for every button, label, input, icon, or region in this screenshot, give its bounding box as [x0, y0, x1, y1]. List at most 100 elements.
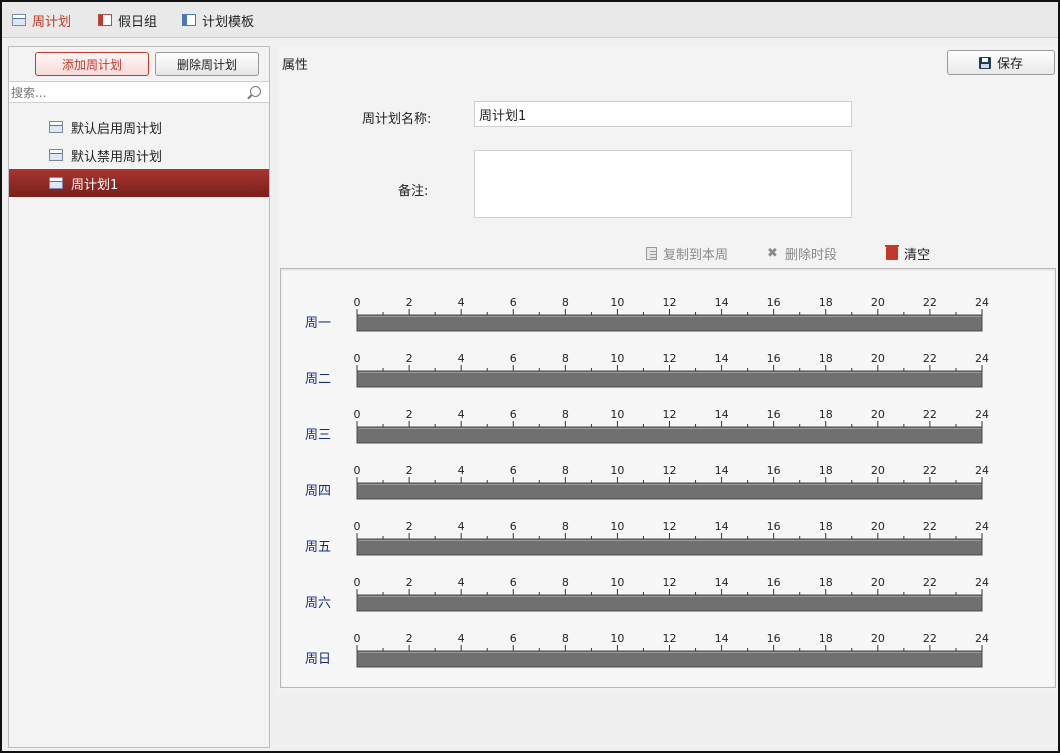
hour-tick-label: 22 — [923, 408, 937, 421]
delete-weekly-plan-button[interactable]: 删除周计划 — [155, 52, 259, 76]
hour-tick-label: 2 — [406, 408, 413, 421]
day-label: 周日 — [305, 652, 331, 667]
hour-tick-label: 22 — [923, 352, 937, 365]
hour-tick-label: 6 — [510, 408, 517, 421]
hour-tick-label: 18 — [819, 464, 833, 477]
day-timeline-bar[interactable] — [356, 370, 983, 388]
hour-tick-label: 8 — [562, 296, 569, 309]
hour-tick-label: 6 — [510, 464, 517, 477]
tab-weekly-plan[interactable]: 周计划 — [12, 10, 71, 30]
search-box — [9, 81, 269, 103]
search-icon[interactable] — [250, 86, 261, 97]
remark-textarea[interactable] — [474, 150, 852, 218]
search-input[interactable] — [11, 84, 241, 101]
hour-tick-label: 18 — [819, 520, 833, 533]
properties-panel: 属性 保存 周计划名称: 备注: 复制到本周 ✖ 删除时段 清空 周一02468… — [278, 46, 1058, 748]
plan-item-default-disabled[interactable]: 默认禁用周计划 — [9, 141, 269, 169]
plan-item-label: 默认禁用周计划 — [71, 149, 163, 165]
add-weekly-plan-button[interactable]: 添加周计划 — [35, 52, 149, 76]
day-timeline-bar[interactable] — [356, 426, 983, 444]
hour-tick-label: 0 — [354, 632, 361, 645]
hour-tick-label: 12 — [663, 520, 677, 533]
hour-tick-label: 12 — [663, 296, 677, 309]
hour-tick-label: 24 — [975, 576, 989, 589]
hour-tick-label: 8 — [562, 352, 569, 365]
hour-tick-label: 10 — [610, 632, 624, 645]
day-timeline-bar[interactable] — [356, 482, 983, 500]
hour-tick-label: 16 — [767, 576, 781, 589]
hour-tick-label: 22 — [923, 464, 937, 477]
hour-tick-label: 0 — [354, 352, 361, 365]
hour-tick-label: 20 — [871, 408, 885, 421]
plan-item-default-enabled[interactable]: 默认启用周计划 — [9, 113, 269, 141]
plan-name-input[interactable] — [474, 101, 852, 127]
hour-tick-label: 16 — [767, 296, 781, 309]
hour-tick-label: 2 — [406, 632, 413, 645]
hour-tick-label: 8 — [562, 632, 569, 645]
hour-tick-label: 20 — [871, 296, 885, 309]
hour-tick-label: 12 — [663, 352, 677, 365]
save-button[interactable]: 保存 — [947, 50, 1055, 75]
tab-holiday-group[interactable]: 假日组 — [98, 10, 157, 30]
app-window: 周计划 假日组 计划模板 添加周计划 删除周计划 默认启用周计划 — [0, 0, 1060, 753]
tab-plan-template[interactable]: 计划模板 — [182, 10, 254, 30]
tab-label: 假日组 — [118, 14, 158, 30]
hour-tick-label: 4 — [458, 408, 465, 421]
hour-tick-label: 0 — [354, 296, 361, 309]
hour-tick-label: 12 — [663, 408, 677, 421]
plan-item-weekly-plan-1[interactable]: 周计划1 — [9, 169, 269, 197]
hour-tick-label: 0 — [354, 408, 361, 421]
hour-tick-label: 10 — [610, 352, 624, 365]
day-timeline-bar[interactable] — [356, 538, 983, 556]
hour-tick-label: 10 — [610, 408, 624, 421]
sidebar-button-row: 添加周计划 删除周计划 — [9, 47, 269, 83]
hour-tick-label: 24 — [975, 352, 989, 365]
day-label: 周五 — [305, 540, 331, 555]
hour-tick-label: 18 — [819, 352, 833, 365]
clear-button[interactable]: 清空 — [885, 244, 931, 263]
hour-tick-label: 12 — [663, 464, 677, 477]
day-timeline-bar[interactable] — [356, 594, 983, 612]
holiday-icon — [98, 14, 112, 26]
day-timeline-bar[interactable] — [356, 650, 983, 668]
hour-tick-label: 8 — [562, 464, 569, 477]
schedule-timeline-svg: 周一0 2 4 6 8 10 12 14 16 18 20 22 24周二0 2 4 6 8 10 12 14 16 18… — [305, 296, 989, 668]
hour-tick-label: 18 — [819, 296, 833, 309]
day-label: 周三 — [305, 428, 331, 443]
hour-tick-label: 6 — [510, 576, 517, 589]
hour-tick-label: 2 — [406, 520, 413, 533]
properties-title: 属性 — [282, 58, 309, 73]
hour-tick-label: 0 — [354, 576, 361, 589]
delete-period-button[interactable]: ✖ 删除时段 — [766, 244, 837, 263]
save-icon — [978, 56, 991, 69]
calendar-icon — [49, 177, 63, 189]
calendar-icon — [49, 121, 63, 133]
hour-tick-label: 24 — [975, 632, 989, 645]
hour-tick-label: 8 — [562, 408, 569, 421]
hour-tick-label: 24 — [975, 296, 989, 309]
hour-tick-label: 14 — [715, 464, 729, 477]
tab-label: 计划模板 — [202, 14, 255, 30]
plan-name-label: 周计划名称: — [362, 112, 432, 127]
clear-label: 清空 — [904, 247, 931, 263]
hour-tick-label: 20 — [871, 352, 885, 365]
hour-tick-label: 14 — [715, 408, 729, 421]
hour-tick-label: 6 — [510, 296, 517, 309]
day-label: 周四 — [305, 484, 331, 499]
copy-to-week-button[interactable]: 复制到本周 — [646, 244, 729, 263]
hour-tick-label: 18 — [819, 408, 833, 421]
template-icon — [182, 14, 196, 26]
copy-label: 复制到本周 — [663, 247, 729, 263]
hour-tick-label: 14 — [715, 352, 729, 365]
hour-tick-label: 0 — [354, 464, 361, 477]
day-timeline-bar[interactable] — [356, 314, 983, 332]
hour-tick-label: 22 — [923, 296, 937, 309]
hour-tick-label: 14 — [715, 632, 729, 645]
hour-tick-label: 20 — [871, 576, 885, 589]
plan-sidebar: 添加周计划 删除周计划 默认启用周计划 默认禁用周计划 周计划1 — [8, 46, 270, 748]
hour-tick-label: 20 — [871, 632, 885, 645]
hour-tick-label: 2 — [406, 464, 413, 477]
hour-tick-label: 16 — [767, 408, 781, 421]
hour-tick-label: 10 — [610, 520, 624, 533]
hour-tick-label: 12 — [663, 576, 677, 589]
